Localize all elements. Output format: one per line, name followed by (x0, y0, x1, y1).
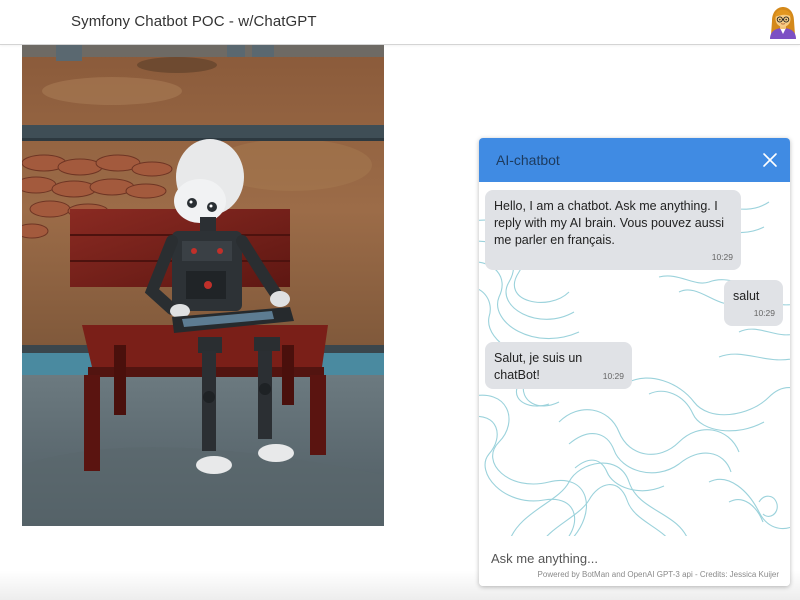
chat-messages-area[interactable]: Hello, I am a chatbot. Ask me anything. … (479, 182, 790, 536)
message-time: 10:29 (711, 252, 733, 262)
message-text: salut (733, 289, 760, 303)
chat-message-input[interactable] (489, 548, 783, 568)
message-text: Hello, I am a chatbot. Ask me anything. … (494, 199, 724, 247)
close-icon[interactable] (760, 150, 780, 170)
chat-header: AI-chatbot (479, 138, 790, 182)
bot-message: Salut, je suis un chatBot! 10:29 (485, 342, 632, 389)
chat-footer: Powered by BotMan and OpenAI GPT-3 api -… (479, 536, 790, 586)
chat-title: AI-chatbot (496, 152, 560, 168)
message-time: 10:29 (753, 308, 775, 318)
top-navbar: Symfony Chatbot POC - w/ChatGPT (0, 0, 800, 45)
credits-text: Powered by BotMan and OpenAI GPT-3 api -… (537, 570, 779, 579)
message-time: 10:29 (602, 371, 624, 381)
bot-message: Hello, I am a chatbot. Ask me anything. … (485, 190, 741, 270)
user-message: salut 10:29 (724, 280, 783, 326)
chatbot-widget: AI-chatbot Hello, I am a chatbot. Ask me… (479, 138, 790, 586)
robot-on-bench-photo (22, 45, 384, 526)
page-title: Symfony Chatbot POC - w/ChatGPT (71, 13, 317, 30)
woman-avatar-icon[interactable] (766, 5, 800, 39)
